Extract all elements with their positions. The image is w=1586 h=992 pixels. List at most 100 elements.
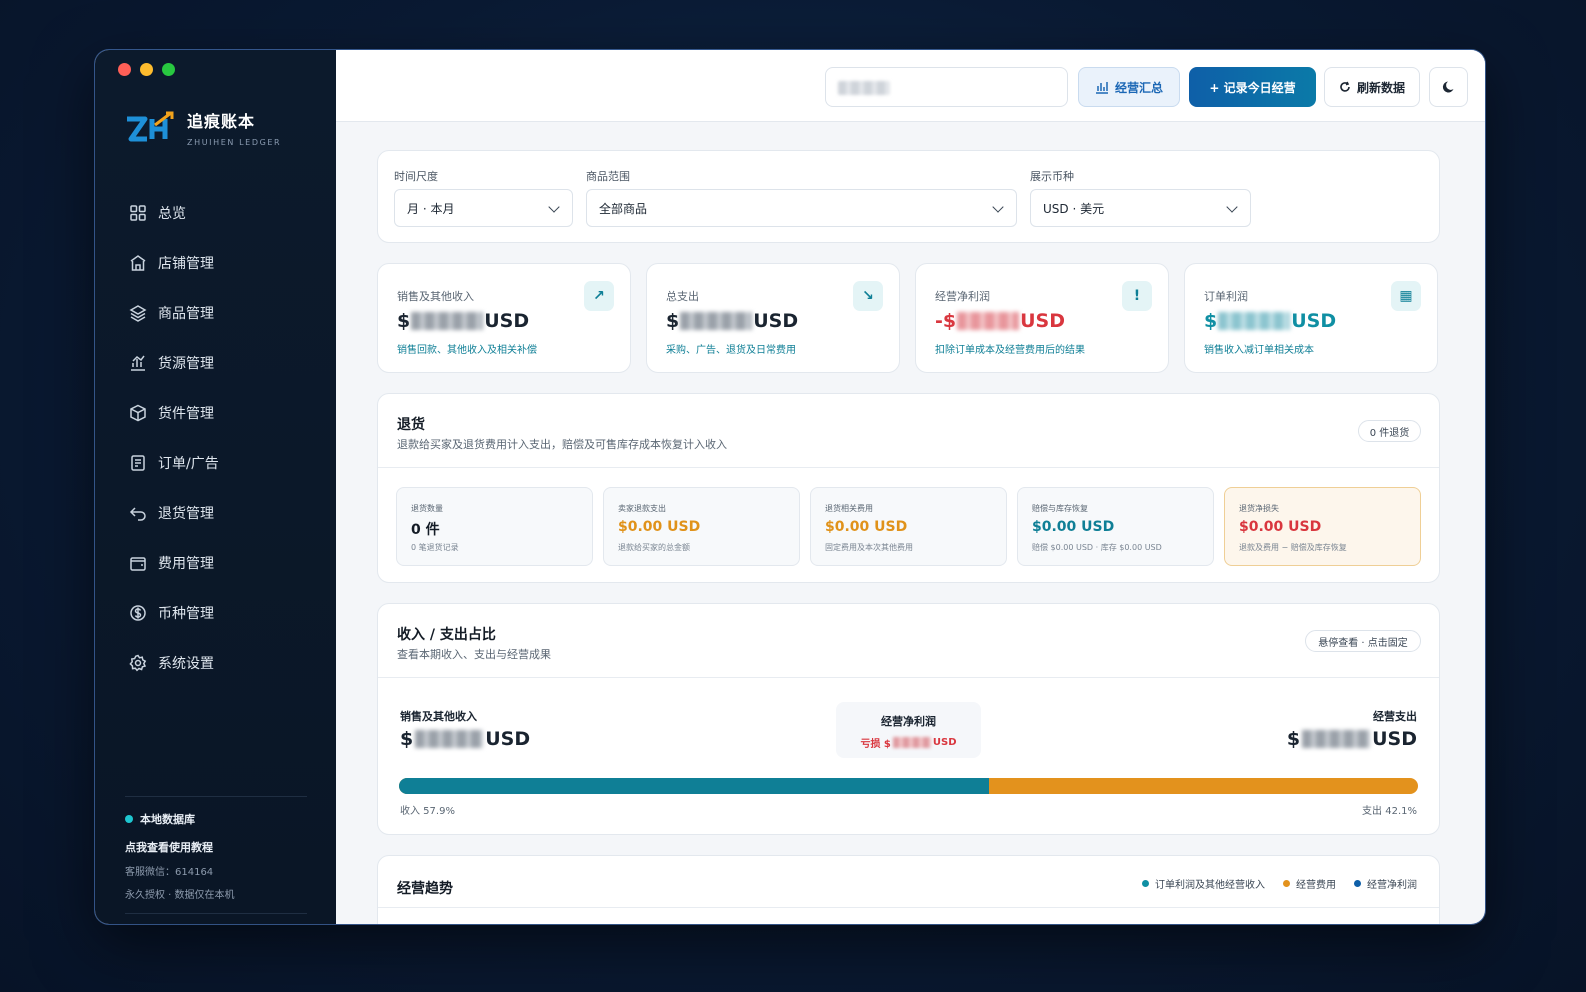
- refresh-icon: [1340, 81, 1350, 92]
- sidebar-item-label: 总览: [158, 206, 186, 222]
- return-stat-net-loss: 退货净损失 $0.00 USD 退款及费用 − 赔偿及库存恢复: [1224, 487, 1421, 566]
- return-icon: [129, 507, 146, 521]
- returns-panel: 退货 退款给买家及退货费用计入支出，赔偿及可售库存成本恢复计入收入 0 件退货 …: [377, 393, 1440, 583]
- receipt-icon: [131, 455, 145, 471]
- sidebar-item-currency[interactable]: 币种管理: [129, 588, 219, 638]
- wallet-icon: [130, 557, 146, 571]
- currency-label: 展示币种: [1030, 170, 1074, 183]
- zoom-window-button[interactable]: [162, 63, 175, 76]
- income-value: $ USD: [400, 728, 531, 750]
- tutorial-link[interactable]: 点我查看使用教程: [125, 839, 307, 855]
- search-input[interactable]: [825, 67, 1068, 107]
- moon-icon: [1442, 81, 1453, 93]
- return-stat-fees: 退货相关费用 $0.00 USD 固定费用及本次其他费用: [810, 487, 1007, 566]
- local-db-status: 本地数据库: [125, 811, 307, 827]
- gear-icon: [129, 654, 147, 672]
- sidebar-item-label: 币种管理: [158, 606, 214, 622]
- store-icon: [130, 255, 146, 271]
- record-today-button[interactable]: + 记录今日经营: [1189, 67, 1316, 107]
- redacted-value: [680, 312, 753, 330]
- arrow-down-right-icon: ↘: [853, 281, 883, 311]
- redacted-value: [957, 312, 1020, 330]
- search-placeholder-redacted: [838, 81, 890, 95]
- redacted-value: [892, 737, 931, 748]
- brand: 追痕账本 ZHUIHEN LEDGER: [125, 108, 281, 147]
- summary-button[interactable]: 经营汇总: [1078, 67, 1180, 107]
- return-stat-refund: 卖家退款支出 $0.00 USD 退款给买家的总金额: [603, 487, 800, 566]
- app-window: 追痕账本 ZHUIHEN LEDGER 总览 店铺管理 商品管理 货源管理 货件…: [95, 50, 1485, 924]
- income-expense-ratio-panel[interactable]: 收入 / 支出占比 查看本期收入、支出与经营成果 悬停查看 · 点击固定 销售及…: [377, 603, 1440, 835]
- window-controls: [118, 63, 175, 76]
- sidebar-nav: 总览 店铺管理 商品管理 货源管理 货件管理 订单/广告 退货管理 费用管理 币…: [129, 188, 219, 688]
- bar-chart-icon: [1095, 82, 1108, 94]
- expense-label: 经营支出: [1373, 710, 1417, 723]
- kpi-card-net-profit: 经营净利润 ! -$ USD 扣除订单成本及经营费用后的结果: [915, 263, 1169, 373]
- product-scope-select[interactable]: 全部商品: [586, 189, 1017, 227]
- wechat-contact: 客服微信：614164: [125, 867, 214, 878]
- product-scope-label: 商品范围: [586, 170, 630, 183]
- sidebar-item-label: 店铺管理: [158, 256, 214, 272]
- kpi-card-expense: 总支出 ↘ $ USD 采购、广告、退货及日常费用: [646, 263, 900, 373]
- redacted-value: [1302, 730, 1371, 748]
- sidebar-item-label: 货件管理: [158, 406, 214, 422]
- income-label: 销售及其他收入: [400, 710, 477, 723]
- grid-icon: [130, 205, 146, 221]
- layers-icon: [129, 305, 147, 322]
- redacted-value: [1218, 312, 1291, 330]
- trend-panel: 经营趋势 订单利润及其他经营收入 经营费用 经营净利润: [377, 855, 1440, 924]
- sidebar-item-shipments[interactable]: 货件管理: [129, 388, 219, 438]
- chevron-down-icon: [548, 201, 560, 213]
- theme-toggle-button[interactable]: [1429, 67, 1468, 107]
- sidebar-item-stores[interactable]: 店铺管理: [129, 238, 219, 288]
- sidebar-item-label: 货源管理: [158, 356, 214, 372]
- app-logo: [125, 111, 177, 145]
- arrow-up-right-icon: ↗: [584, 281, 614, 311]
- refresh-button[interactable]: 刷新数据: [1324, 67, 1420, 107]
- trend-legend: 订单利润及其他经营收入 经营费用 经营净利润: [1142, 876, 1417, 891]
- app-subtitle: ZHUIHEN LEDGER: [187, 138, 282, 147]
- currency-select[interactable]: USD · 美元: [1030, 189, 1251, 227]
- sidebar-item-products[interactable]: 商品管理: [129, 288, 219, 338]
- legend-item[interactable]: 经营净利润: [1354, 876, 1417, 891]
- chart-icon: [131, 355, 145, 371]
- chevron-down-icon: [992, 201, 1004, 213]
- legend-item[interactable]: 经营费用: [1283, 876, 1336, 891]
- sidebar-item-returns[interactable]: 退货管理: [129, 488, 219, 538]
- time-scale-select[interactable]: 月 · 本月: [394, 189, 573, 227]
- return-stat-compensation: 赔偿与库存恢复 $0.00 USD 赔偿 $0.00 USD · 库存 $0.0…: [1017, 487, 1214, 566]
- app-name: 追痕账本: [187, 112, 256, 131]
- chevron-down-icon: [1226, 201, 1238, 213]
- returns-count-badge: 0 件退货: [1358, 420, 1421, 442]
- legend-item[interactable]: 订单利润及其他经营收入: [1142, 876, 1265, 891]
- kpi-value: $ USD: [1204, 310, 1337, 332]
- sidebar-item-label: 商品管理: [158, 306, 214, 322]
- returns-title: 退货: [397, 417, 425, 433]
- sidebar-item-orders[interactable]: 订单/广告: [129, 438, 219, 488]
- status-dot-icon: [125, 815, 133, 823]
- sidebar-item-overview[interactable]: 总览: [129, 188, 219, 238]
- sidebar-item-label: 系统设置: [158, 656, 214, 672]
- income-bar-segment[interactable]: [399, 778, 989, 794]
- sidebar-item-sources[interactable]: 货源管理: [129, 338, 219, 388]
- grid-square-icon: ▦: [1391, 281, 1421, 311]
- close-window-button[interactable]: [118, 63, 131, 76]
- expense-value: $ USD: [1286, 728, 1417, 750]
- minimize-window-button[interactable]: [140, 63, 153, 76]
- main-content: 经营汇总 + 记录今日经营 刷新数据 时间尺度 月 · 本月 商品范围 全部商品: [336, 50, 1485, 924]
- filter-panel: 时间尺度 月 · 本月 商品范围 全部商品 展示币种 USD · 美元: [377, 150, 1440, 243]
- alert-icon: !: [1122, 281, 1152, 311]
- kpi-value: -$ USD: [935, 310, 1065, 332]
- sidebar-item-expenses[interactable]: 费用管理: [129, 538, 219, 588]
- net-loss-value: 亏损 $ USD: [860, 737, 957, 750]
- income-expense-bar[interactable]: [399, 778, 1418, 794]
- box-icon: [130, 404, 146, 422]
- sidebar-footer: 本地数据库 点我查看使用教程 客服微信：614164 永久授权 · 数据仅在本机: [125, 796, 307, 914]
- returns-subtitle: 退款给买家及退货费用计入支出，赔偿及可售库存成本恢复计入收入: [397, 438, 727, 451]
- sidebar-item-settings[interactable]: 系统设置: [129, 638, 219, 688]
- time-scale-label: 时间尺度: [394, 170, 438, 183]
- sidebar-item-label: 订单/广告: [158, 456, 219, 472]
- redacted-value: [415, 730, 484, 748]
- expense-percent: 支出 42.1%: [1362, 806, 1417, 817]
- trend-title: 经营趋势: [397, 881, 453, 897]
- return-stat-count: 退货数量 0 件 0 笔退货记录: [396, 487, 593, 566]
